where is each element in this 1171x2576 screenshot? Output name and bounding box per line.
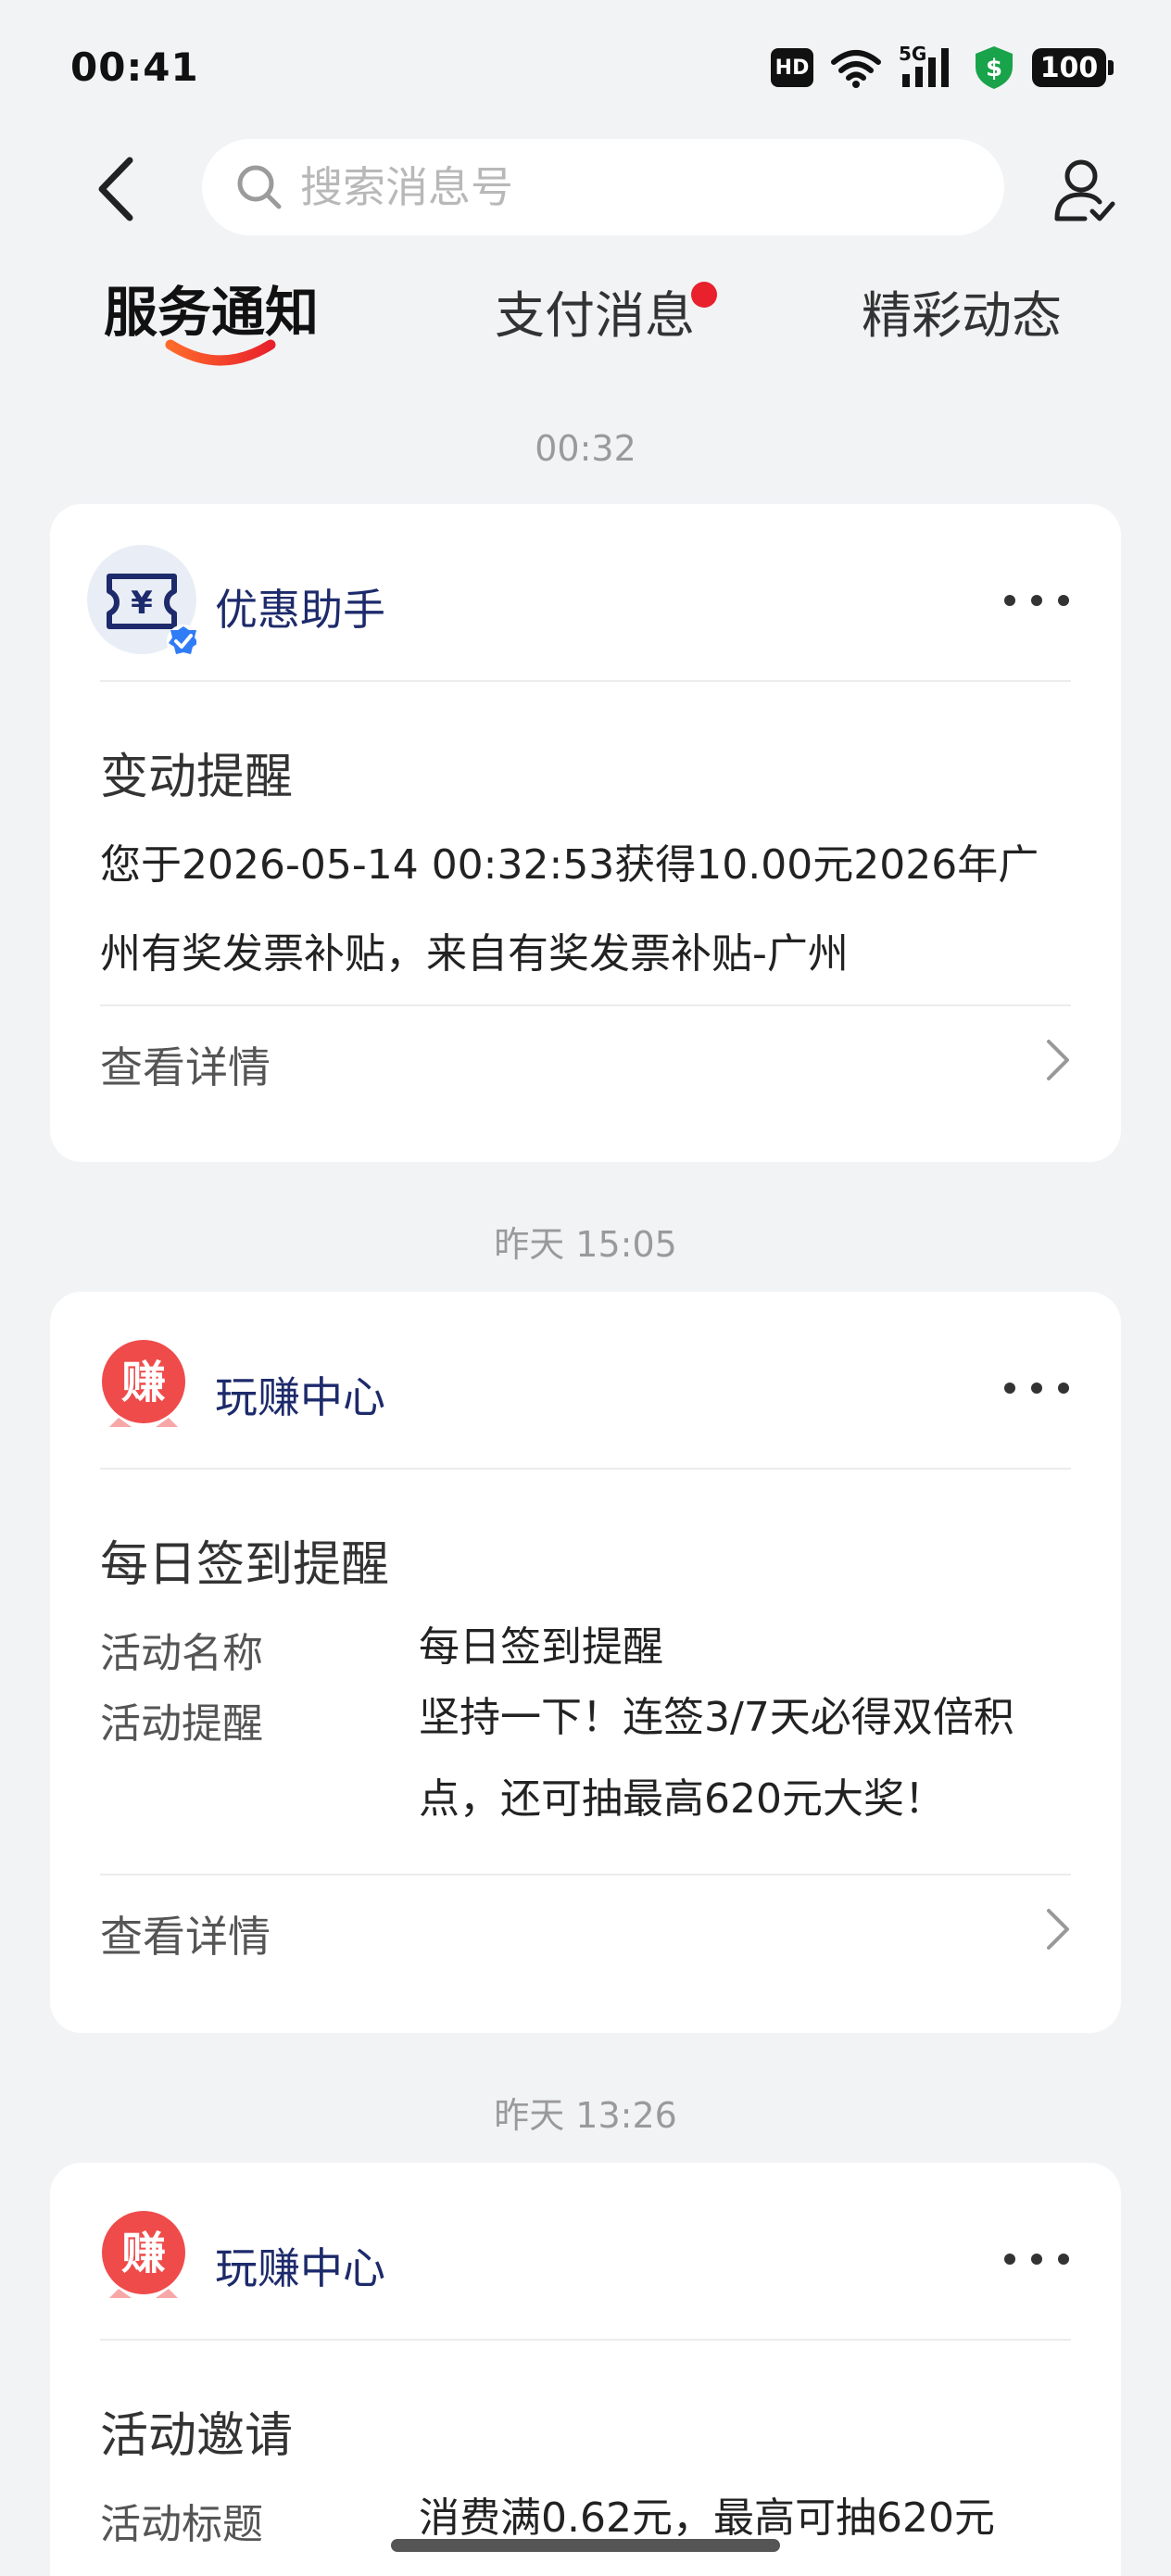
more-options-button[interactable] bbox=[1004, 2241, 1069, 2278]
card-header: ¥ 优惠助手 bbox=[50, 504, 1121, 680]
avatar[interactable]: ¥ bbox=[87, 545, 200, 658]
header bbox=[0, 139, 1171, 241]
status-bar: 00:41 HD 5G $ 100 bbox=[0, 0, 1171, 139]
back-button[interactable] bbox=[78, 152, 152, 226]
chevron-right-icon bbox=[1047, 1909, 1069, 1950]
field-value: 每日签到提醒 bbox=[419, 1623, 663, 1671]
signal-icon: 5G bbox=[899, 43, 956, 89]
contacts-button[interactable] bbox=[1045, 152, 1123, 230]
message-title: 变动提醒 bbox=[100, 750, 294, 805]
more-options-button[interactable] bbox=[1004, 582, 1069, 619]
tab-active-indicator bbox=[165, 339, 276, 366]
earn-center-icon: 赚 bbox=[102, 1340, 185, 1427]
search-input[interactable] bbox=[300, 162, 949, 212]
view-details-label: 查看详情 bbox=[100, 1912, 271, 1962]
divider bbox=[100, 1468, 1071, 1470]
message-card: 赚 玩赚中心 每日签到提醒 活动名称 每日签到提醒 活动提醒 坚持一下！连签3/… bbox=[50, 1292, 1121, 2033]
tab-highlights[interactable]: 精彩动态 bbox=[862, 274, 1062, 347]
message-title: 活动邀请 bbox=[100, 2408, 294, 2464]
unread-badge bbox=[691, 282, 717, 308]
message-card: 赚 玩赚中心 活动邀请 活动标题 消费满0.62元，最高可抽620元 bbox=[50, 2163, 1121, 2576]
field-row: 活动标题 消费满0.62元，最高可抽620元 bbox=[100, 2491, 1071, 2548]
field-key: 活动标题 bbox=[100, 2501, 263, 2548]
card-header: 赚 玩赚中心 bbox=[50, 2163, 1121, 2339]
card-header: 赚 玩赚中心 bbox=[50, 1292, 1121, 1468]
home-indicator[interactable] bbox=[391, 2539, 780, 2552]
dot bbox=[1058, 595, 1069, 606]
message-body: 您于2026-05-14 00:32:53获得10.00元2026年广州有奖发票… bbox=[100, 841, 1039, 978]
hd-icon: HD bbox=[771, 48, 813, 87]
search-bar[interactable] bbox=[202, 139, 1004, 235]
view-details-row[interactable]: 查看详情 bbox=[100, 1875, 1071, 1977]
dot bbox=[1004, 1383, 1015, 1394]
avatar[interactable]: 赚 bbox=[100, 2209, 187, 2298]
tab-label: 服务通知 bbox=[104, 281, 320, 344]
avatar-char: 赚 bbox=[121, 1357, 166, 1408]
message-card: ¥ 优惠助手 变动提醒 您于2026-05-14 00:32:53获得10.00… bbox=[50, 504, 1121, 1162]
dot bbox=[1004, 2254, 1015, 2265]
view-details-row[interactable]: 查看详情 bbox=[100, 1006, 1071, 1108]
sender-name[interactable]: 玩赚中心 bbox=[215, 1364, 385, 1425]
coupon-yen-icon: ¥ bbox=[107, 574, 200, 658]
avatar-char: 赚 bbox=[121, 2228, 166, 2279]
field-key: 活动名称 bbox=[100, 1630, 263, 1677]
security-shield-icon: $ bbox=[976, 46, 1013, 89]
svg-text:$: $ bbox=[986, 55, 1002, 82]
dot bbox=[1004, 595, 1015, 606]
dot bbox=[1058, 2254, 1069, 2265]
tab-label: 支付消息 bbox=[495, 286, 695, 345]
message-timestamp: 昨天 13:26 bbox=[494, 2095, 677, 2136]
message-timestamp: 昨天 15:05 bbox=[494, 1224, 677, 1265]
wifi-icon bbox=[831, 50, 881, 88]
user-check-icon bbox=[1054, 159, 1115, 221]
field-value: 坚持一下！连签3/7天必得双倍积点，还可抽最高620元大奖！ bbox=[419, 1694, 1014, 1823]
sender-name[interactable]: 玩赚中心 bbox=[215, 2235, 385, 2296]
tab-payment-messages[interactable]: 支付消息 bbox=[495, 274, 717, 347]
tab-service-notice[interactable]: 服务通知 bbox=[104, 269, 320, 366]
search-icon bbox=[237, 165, 282, 209]
message-timestamp: 00:32 bbox=[535, 428, 636, 469]
chevron-right-icon bbox=[1047, 1040, 1069, 1080]
battery-icon: 100 bbox=[1032, 48, 1114, 87]
divider bbox=[100, 2339, 1071, 2341]
field-row: 活动提醒 坚持一下！连签3/7天必得双倍积点，还可抽最高620元大奖！ bbox=[100, 1690, 1071, 1857]
sender-name[interactable]: 优惠助手 bbox=[215, 576, 385, 638]
dot bbox=[1031, 2254, 1042, 2265]
svg-text:¥: ¥ bbox=[131, 585, 153, 622]
dot bbox=[1058, 1383, 1069, 1394]
earn-center-icon: 赚 bbox=[102, 2211, 185, 2298]
tab-label: 精彩动态 bbox=[862, 286, 1062, 345]
status-time: 00:41 bbox=[70, 44, 199, 90]
message-title: 每日签到提醒 bbox=[100, 1537, 390, 1593]
more-options-button[interactable] bbox=[1004, 1370, 1069, 1407]
field-value: 消费满0.62元，最高可抽620元 bbox=[419, 2494, 995, 2542]
dot bbox=[1031, 595, 1042, 606]
divider bbox=[100, 680, 1071, 682]
avatar[interactable]: 赚 bbox=[100, 1338, 187, 1427]
status-icons: HD 5G $ 100 bbox=[771, 43, 1114, 91]
chevron-left-icon bbox=[98, 157, 133, 221]
dot bbox=[1031, 1383, 1042, 1394]
field-row: 活动名称 每日签到提醒 bbox=[100, 1620, 1071, 1677]
view-details-label: 查看详情 bbox=[100, 1042, 271, 1092]
message-tabs: 服务通知 支付消息 精彩动态 bbox=[0, 269, 1171, 389]
field-key: 活动提醒 bbox=[100, 1700, 263, 1748]
